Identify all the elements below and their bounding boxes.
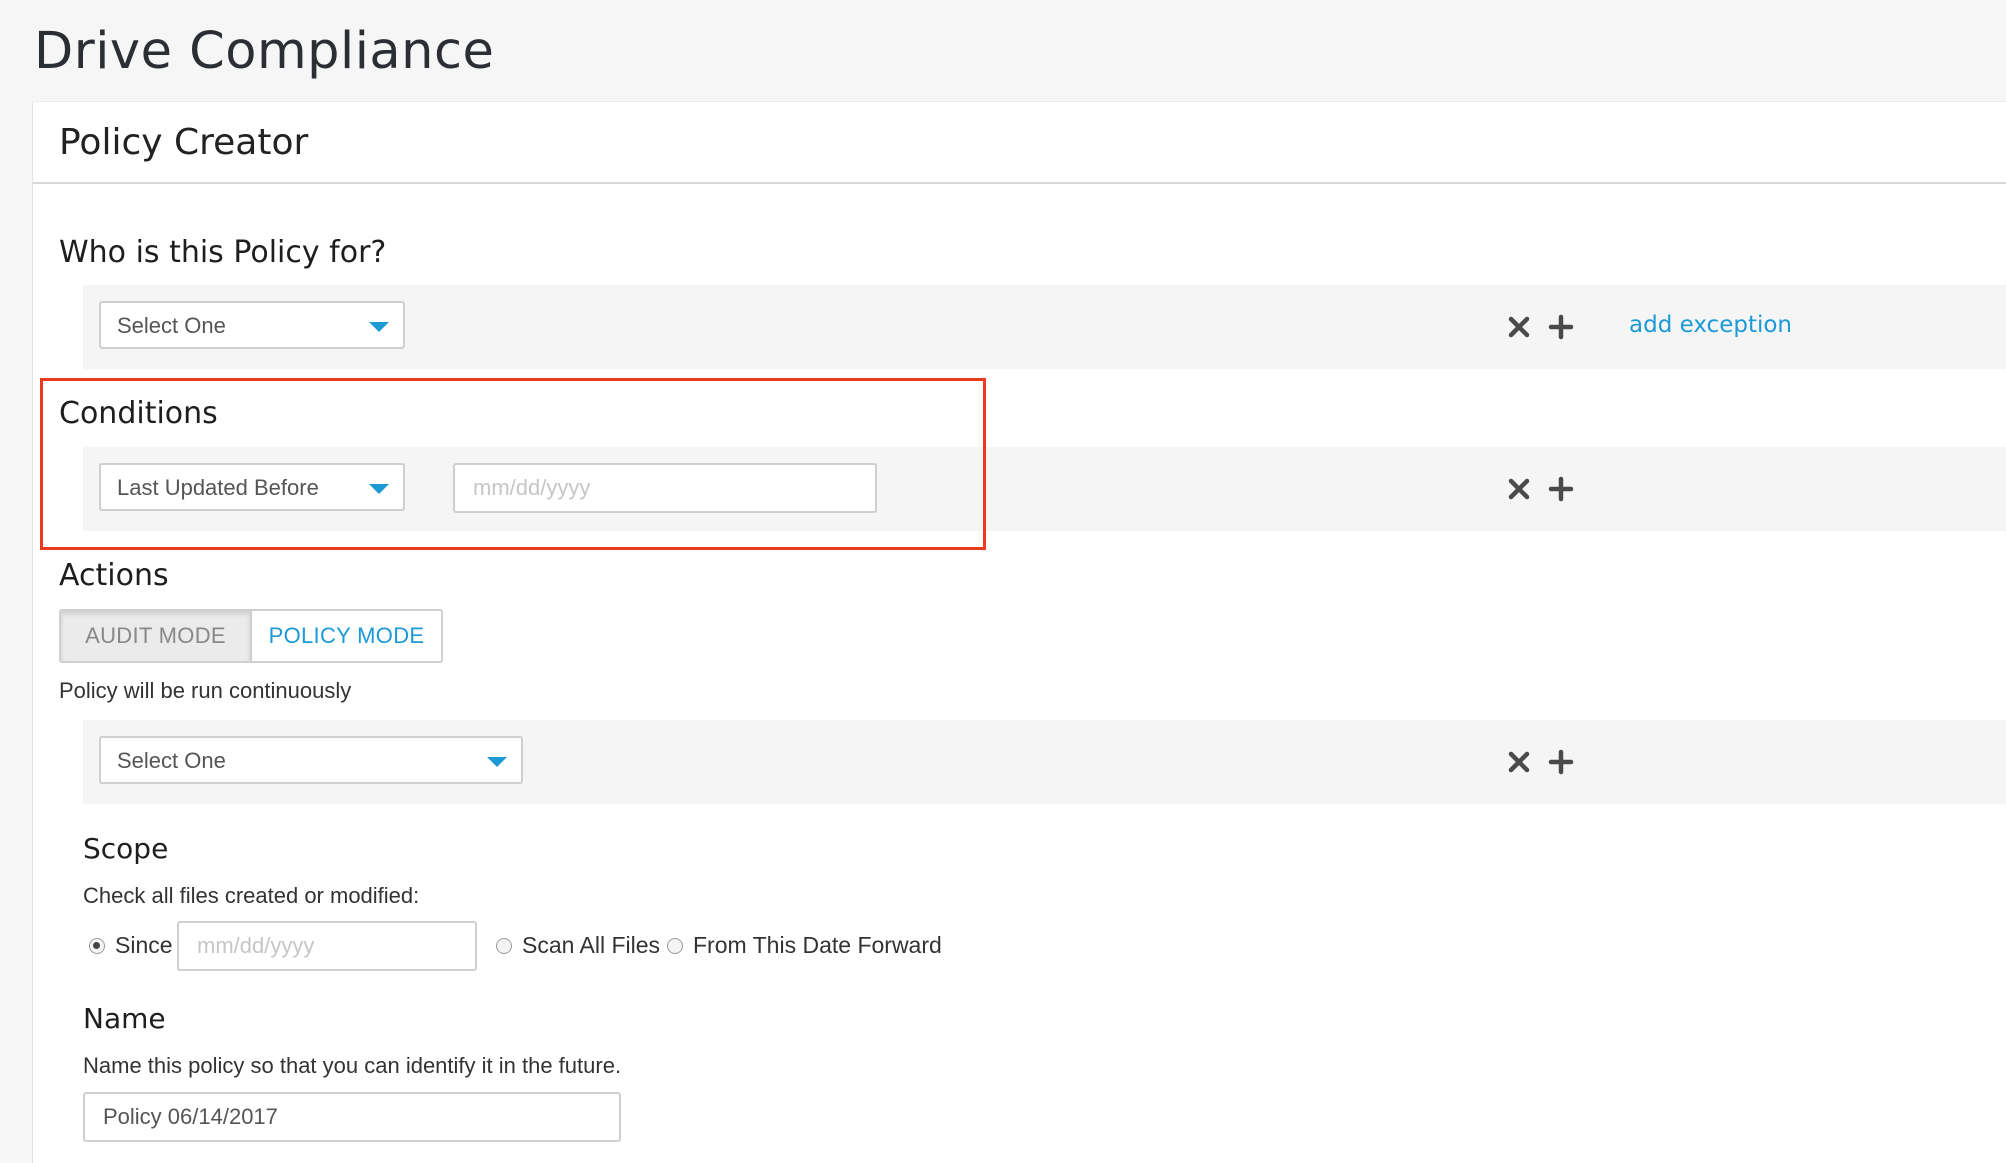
panel-title: Policy Creator	[59, 122, 309, 163]
caret-down-icon	[487, 757, 507, 767]
add-exception-link[interactable]: add exception	[1629, 312, 1792, 338]
close-icon	[1508, 316, 1530, 338]
who-section-label: Who is this Policy for?	[59, 235, 387, 270]
add-action-button[interactable]	[1546, 747, 1576, 777]
who-row: Select One add exception	[83, 285, 2006, 369]
condition-type-select[interactable]: Last Updated Before	[99, 463, 405, 511]
condition-type-value: Last Updated Before	[117, 475, 319, 500]
name-label: Name	[83, 1002, 166, 1035]
condition-date-input[interactable]	[453, 463, 877, 513]
mode-toggle: AUDIT MODE POLICY MODE	[59, 609, 443, 663]
close-icon	[1508, 478, 1530, 500]
caret-down-icon	[369, 322, 389, 332]
plus-icon	[1548, 314, 1574, 340]
add-who-button[interactable]	[1546, 312, 1576, 342]
add-condition-button[interactable]	[1546, 474, 1576, 504]
action-select[interactable]: Select One	[99, 736, 523, 784]
radio-forward[interactable]	[667, 937, 683, 954]
scope-option-scan-all[interactable]: Scan All Files	[496, 932, 660, 959]
scope-label: Scope	[83, 832, 169, 865]
caret-down-icon	[369, 484, 389, 494]
who-select[interactable]: Select One	[99, 301, 405, 349]
actions-row: Select One	[83, 720, 2006, 804]
radio-since[interactable]	[89, 937, 105, 954]
audit-mode-button[interactable]: AUDIT MODE	[61, 611, 252, 661]
policy-name-input[interactable]	[83, 1092, 621, 1142]
scope-option-since[interactable]: Since	[89, 932, 173, 959]
plus-icon	[1548, 476, 1574, 502]
policy-creator-panel: Policy Creator Who is this Policy for? S…	[32, 101, 2006, 1163]
remove-who-button[interactable]	[1504, 312, 1534, 342]
remove-condition-button[interactable]	[1504, 474, 1534, 504]
scope-option-forward[interactable]: From This Date Forward	[667, 932, 942, 959]
radio-forward-label: From This Date Forward	[693, 932, 942, 958]
who-select-value: Select One	[117, 313, 226, 338]
mode-description: Policy will be run continuously	[59, 678, 352, 703]
action-select-value: Select One	[117, 748, 226, 773]
radio-since-label: Since	[115, 932, 173, 958]
conditions-section-label: Conditions	[59, 396, 218, 431]
conditions-row: Last Updated Before	[83, 447, 2006, 531]
policy-mode-button[interactable]: POLICY MODE	[252, 611, 441, 661]
remove-action-button[interactable]	[1504, 747, 1534, 777]
scope-description: Check all files created or modified:	[83, 883, 420, 908]
since-date-input[interactable]	[177, 921, 477, 971]
radio-scan-all-label: Scan All Files	[522, 932, 661, 958]
close-icon	[1508, 751, 1530, 773]
page-title: Drive Compliance	[34, 22, 495, 81]
panel-header: Policy Creator	[33, 102, 2006, 184]
radio-scan-all[interactable]	[496, 937, 512, 954]
actions-section-label: Actions	[59, 558, 169, 593]
name-description: Name this policy so that you can identif…	[83, 1053, 622, 1078]
plus-icon	[1548, 749, 1574, 775]
